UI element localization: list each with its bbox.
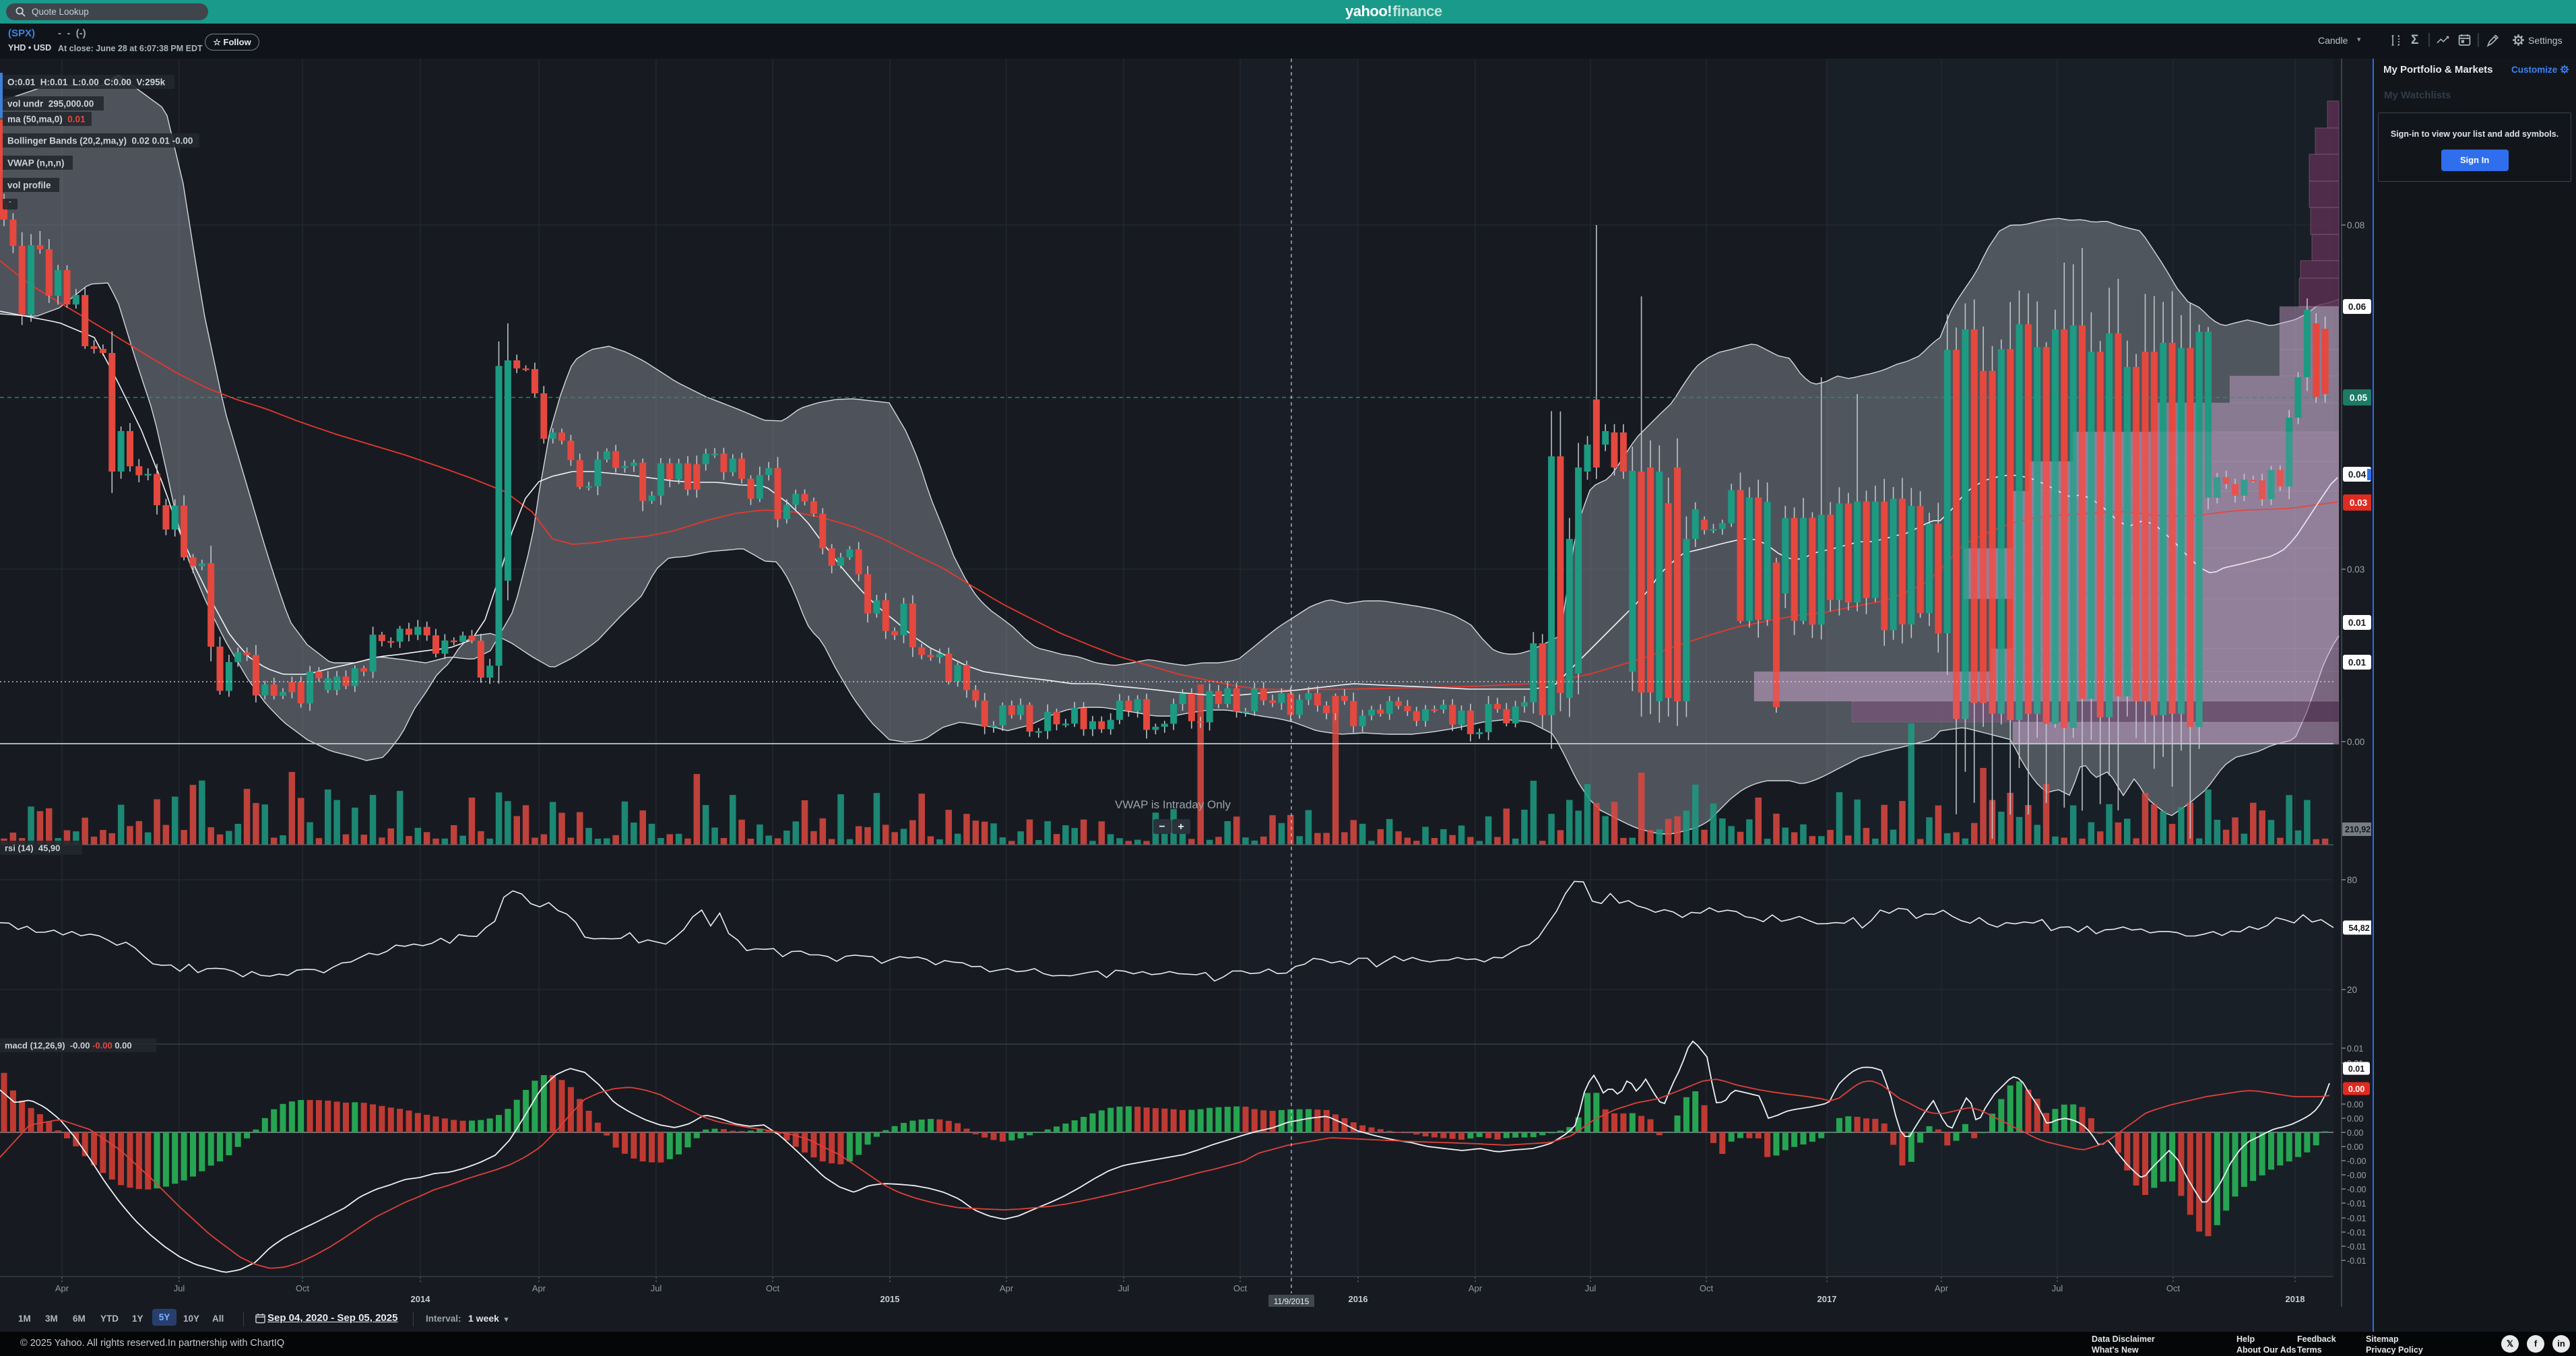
svg-text:+: + <box>1178 821 1184 833</box>
svg-text:0.03: 0.03 <box>2347 564 2364 575</box>
svg-text:Bollinger Bands (20,2,ma,y) 0: Bollinger Bands (20,2,ma,y) 0.02 0.01 -0… <box>7 136 193 146</box>
svg-text:−: − <box>1159 821 1165 833</box>
svg-text:2016: 2016 <box>1349 1294 1368 1304</box>
svg-text:-0.01: -0.01 <box>2347 1214 2366 1223</box>
svg-text:rsi (14) 45,90: rsi (14) 45,90 <box>5 843 60 853</box>
svg-text:0.00: 0.00 <box>2347 1100 2363 1109</box>
svg-text:0.00: 0.00 <box>2347 1128 2363 1138</box>
svg-text:0.00: 0.00 <box>2348 1085 2364 1094</box>
svg-text:2017: 2017 <box>1817 1294 1837 1304</box>
svg-text:Jul: Jul <box>651 1283 662 1293</box>
svg-text:0.08: 0.08 <box>2347 220 2364 230</box>
svg-text:-0.01: -0.01 <box>2347 1256 2366 1266</box>
svg-text:0.01: 0.01 <box>2347 1044 2363 1054</box>
svg-text:-0.00: -0.00 <box>2347 1185 2366 1194</box>
svg-text:VWAP is Intraday Only: VWAP is Intraday Only <box>1115 798 1231 811</box>
svg-text:Apr: Apr <box>1000 1283 1014 1293</box>
svg-text:0.00: 0.00 <box>2347 1142 2363 1152</box>
svg-text:Jul: Jul <box>1585 1283 1597 1293</box>
svg-text:0.01: 0.01 <box>2348 1064 2364 1074</box>
svg-text:Apr: Apr <box>532 1283 546 1293</box>
svg-text:Jul: Jul <box>1118 1283 1130 1293</box>
svg-text:-0.01: -0.01 <box>2347 1242 2366 1252</box>
svg-text:Oct: Oct <box>2166 1283 2181 1293</box>
svg-text:macd (12,26,9) -0.00 -0.00 0.: macd (12,26,9) -0.00 -0.00 0.00 <box>5 1041 132 1051</box>
svg-text:-0.00: -0.00 <box>2347 1171 2366 1180</box>
svg-text:2015: 2015 <box>880 1294 900 1304</box>
svg-text:Apr: Apr <box>55 1283 69 1293</box>
svg-text:54,82: 54,82 <box>2348 924 2369 933</box>
svg-text:210,92: 210,92 <box>2345 825 2371 835</box>
svg-text:Jul: Jul <box>2052 1283 2063 1293</box>
svg-text:VWAP (n,n,n): VWAP (n,n,n) <box>7 158 65 168</box>
svg-text:ma (50,ma,0) 0.01: ma (50,ma,0) 0.01 <box>7 115 86 125</box>
svg-text:-0.00: -0.00 <box>2347 1157 2366 1166</box>
svg-text:0.03: 0.03 <box>2350 498 2368 508</box>
svg-text:2018: 2018 <box>2286 1294 2305 1304</box>
svg-text:vol undr 295,000.00: vol undr 295,000.00 <box>7 99 94 109</box>
svg-text:0.01: 0.01 <box>2348 657 2366 668</box>
svg-text:Jul: Jul <box>174 1283 185 1293</box>
svg-text:20: 20 <box>2347 985 2357 995</box>
svg-text:2014: 2014 <box>411 1294 431 1304</box>
svg-text:Oct: Oct <box>1233 1283 1248 1293</box>
svg-text:0.06: 0.06 <box>2348 302 2366 312</box>
svg-text:ˆ: ˆ <box>9 201 11 209</box>
svg-text:0.00: 0.00 <box>2347 737 2364 747</box>
svg-text:0.01: 0.01 <box>2348 618 2366 628</box>
svg-text:11/9/2015: 11/9/2015 <box>1274 1297 1310 1306</box>
svg-text:Apr: Apr <box>1469 1283 1483 1293</box>
svg-text:-0.01: -0.01 <box>2347 1228 2366 1237</box>
svg-text:Apr: Apr <box>1935 1283 1949 1293</box>
svg-text:Oct: Oct <box>1700 1283 1714 1293</box>
svg-text:O:0.01 H:0.01 L:0.00 C:0.00: O:0.01 H:0.01 L:0.00 C:0.00 V:295k <box>7 77 166 88</box>
svg-text:Oct: Oct <box>296 1283 310 1293</box>
svg-text:80: 80 <box>2347 875 2357 885</box>
svg-text:vol profile: vol profile <box>7 181 51 191</box>
svg-text:0.04: 0.04 <box>2348 470 2366 480</box>
svg-text:0.05: 0.05 <box>2350 393 2368 403</box>
svg-text:0.00: 0.00 <box>2347 1114 2363 1124</box>
svg-text:-0.01: -0.01 <box>2347 1199 2366 1208</box>
svg-text:Oct: Oct <box>766 1283 780 1293</box>
